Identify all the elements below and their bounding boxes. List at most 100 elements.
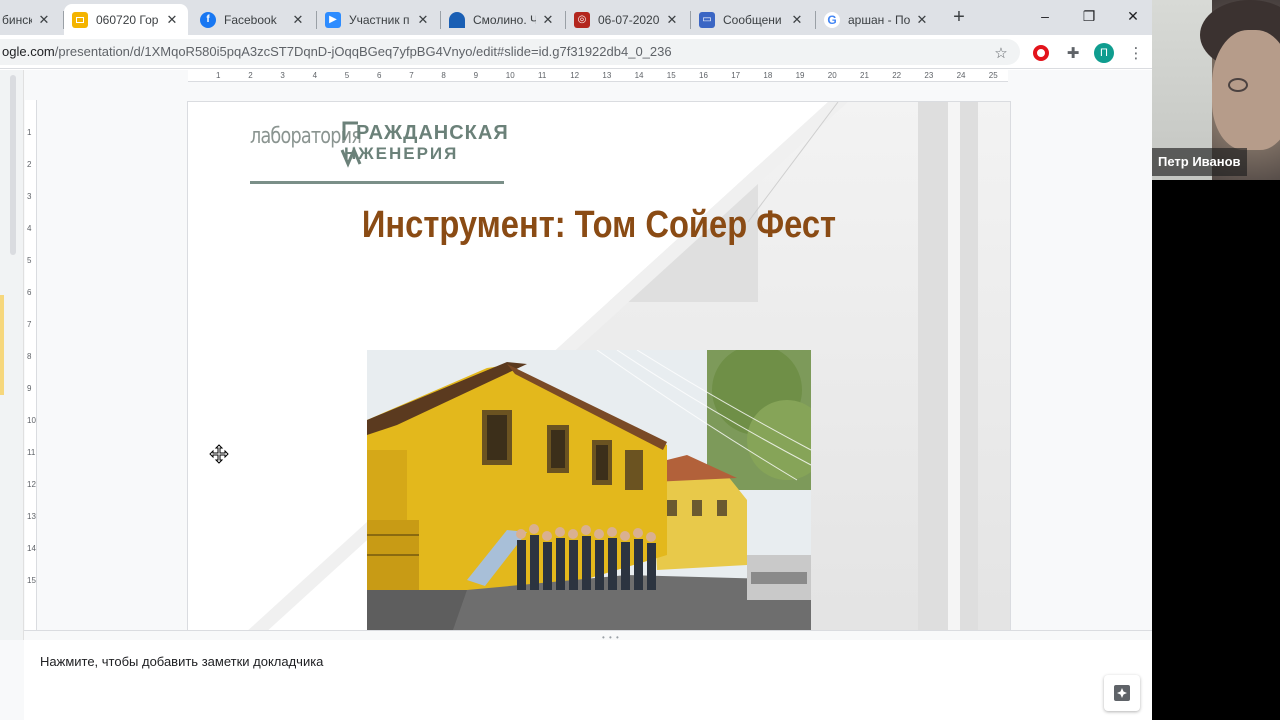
ruler-tick-label: 15 <box>666 71 676 80</box>
close-tab-icon[interactable]: ✕ <box>290 12 306 28</box>
tab-strip: бинск ✕ 060720 Гор ✕ f Facebook ✕ ▶ Учас… <box>0 0 1152 35</box>
ruler-tick-label: 10 <box>505 71 515 80</box>
close-tab-icon[interactable]: ✕ <box>914 12 930 28</box>
ruler-tick-label: 12 <box>27 480 36 489</box>
browser-tab[interactable]: f Facebook ✕ <box>192 4 314 35</box>
browser-tab[interactable]: G аршан - По ✕ <box>816 4 938 35</box>
wave-icon <box>449 11 465 28</box>
slides-icon <box>72 11 88 28</box>
ruler-tick-label: 3 <box>27 192 32 201</box>
ruler-tick-label: 23 <box>924 71 934 80</box>
explore-sparkle-icon <box>1114 685 1130 701</box>
tab-title: 060720 Гор <box>96 12 159 27</box>
tab-title: Сообщени <box>723 12 782 27</box>
zoom-icon: ▶ <box>325 11 341 28</box>
ruler-tick-label: 21 <box>860 71 869 80</box>
browser-tab[interactable]: ▭ Сообщени ✕ <box>691 4 813 35</box>
browser-window: бинск ✕ 060720 Гор ✕ f Facebook ✕ ▶ Учас… <box>0 0 1152 720</box>
ruler-tick-label: 8 <box>441 71 446 80</box>
tab-title: аршан - По <box>848 12 910 27</box>
browser-toolbar: ogle.com/presentation/d/1XMqoR580i5pqA3z… <box>0 35 1152 69</box>
ruler-tick-label: 3 <box>280 71 285 80</box>
speaker-notes-panel[interactable]: Нажмите, чтобы добавить заметки докладчи… <box>24 640 1152 720</box>
browser-tab-active[interactable]: 060720 Гор ✕ <box>64 4 188 35</box>
facebook-icon: f <box>200 11 216 28</box>
address-bar[interactable]: ogle.com/presentation/d/1XMqoR580i5pqA3z… <box>0 39 1020 65</box>
ruler-tick-label: 4 <box>312 71 318 80</box>
ruler-tick-label: 12 <box>570 71 580 80</box>
ruler-tick-label: 11 <box>538 71 547 80</box>
opera-extension-icon[interactable] <box>1030 42 1052 64</box>
horizontal-ruler: 1 2 3 4 5 6 7 8 9 10 11 12 13 14 15 16 17 18 19 20 21 22 23 24 2… <box>188 70 1008 82</box>
pdf-icon: ◎ <box>574 11 590 28</box>
menu-kebab-icon[interactable]: ⋮ <box>1125 42 1147 64</box>
browser-tab[interactable]: Смолино. Ч ✕ <box>441 4 564 35</box>
ruler-tick-label: 14 <box>27 544 36 553</box>
logo-underline <box>250 181 504 184</box>
ruler-tick-label: 22 <box>892 71 902 80</box>
speaker-notes-placeholder[interactable]: Нажмите, чтобы добавить заметки докладчи… <box>40 654 323 669</box>
minimize-button[interactable]: – <box>1025 4 1065 28</box>
logo-text-engineering: НЖЕНЕРИЯ <box>344 144 459 163</box>
ruler-tick-label: 2 <box>248 71 253 80</box>
close-tab-icon[interactable]: ✕ <box>540 12 556 28</box>
slides-editor: 1 2 3 4 5 6 7 8 9 10 11 12 13 14 15 16 17 18 19 20 21 22 23 24 2… <box>0 70 1152 720</box>
bookmark-star-icon[interactable]: ☆ <box>990 42 1012 64</box>
url-domain: ogle.com <box>2 44 55 59</box>
ruler-tick-label: 25 <box>988 71 998 80</box>
ruler-tick-label: 4 <box>27 224 32 233</box>
explore-button[interactable] <box>1104 675 1140 711</box>
ruler-tick-label: 15 <box>27 576 36 585</box>
ruler-tick-label: 11 <box>27 448 36 457</box>
ruler-tick-label: 5 <box>344 71 350 80</box>
ruler-tick-label: 1 <box>216 71 221 80</box>
yellow-house-photo-image <box>367 350 811 647</box>
extensions-puzzle-icon[interactable]: ✚ <box>1062 42 1084 64</box>
ruler-tick-label: 10 <box>27 416 36 425</box>
ruler-tick-label: 16 <box>699 71 708 80</box>
webcam-video-tile: Петр Иванов <box>1152 0 1280 180</box>
participant-glasses <box>1228 78 1248 92</box>
ruler-tick-label: 19 <box>795 71 805 80</box>
browser-tab[interactable]: ▶ Участник п ✕ <box>317 4 439 35</box>
ruler-tick-label: 13 <box>602 71 612 80</box>
slide-photo-yellow-house[interactable] <box>367 350 811 647</box>
notes-resize-handle[interactable]: • • • <box>24 630 1152 642</box>
ruler-tick-label: 8 <box>27 352 32 361</box>
close-window-button[interactable]: ✕ <box>1113 4 1152 28</box>
slide-title[interactable]: Инструмент: Том Сойер Фест <box>246 204 953 247</box>
restore-button[interactable]: ❐ <box>1069 4 1109 28</box>
participant-name-label: Петр Иванов <box>1152 148 1247 176</box>
ruler-tick-label: 17 <box>731 71 741 80</box>
ruler-tick-label: 7 <box>27 320 32 329</box>
filmstrip-scrollbar[interactable] <box>10 75 16 255</box>
tab-title: 06-07-2020 <box>598 12 660 27</box>
ruler-tick-label: 5 <box>27 256 32 265</box>
tab-title: Участник п <box>349 12 410 27</box>
participant-face <box>1212 30 1280 150</box>
close-tab-icon[interactable]: ✕ <box>664 12 680 28</box>
screen: бинск ✕ 060720 Гор ✕ f Facebook ✕ ▶ Учас… <box>0 0 1280 720</box>
new-tab-button[interactable]: + <box>948 6 970 28</box>
ruler-tick-label: 6 <box>27 288 32 297</box>
browser-tab[interactable]: бинск ✕ <box>0 4 60 35</box>
ruler-tick-label: 9 <box>27 384 32 393</box>
vertical-ruler: 1 2 3 4 5 6 7 8 9 10 11 12 13 14 15 <box>25 100 37 630</box>
profile-avatar[interactable]: П <box>1093 42 1115 64</box>
logo-text-civil: РАЖДАНСКАЯ <box>356 122 509 144</box>
close-tab-icon[interactable]: ✕ <box>415 12 431 28</box>
chat-icon: ▭ <box>699 11 715 28</box>
close-tab-icon[interactable]: ✕ <box>36 12 52 28</box>
slide-canvas[interactable]: лаборатория РАЖДАНСКАЯ НЖЕНЕРИЯ Инструме… <box>188 102 1010 685</box>
tab-title: бинск <box>2 12 32 27</box>
ruler-tick-label: 7 <box>409 71 414 80</box>
close-tab-icon[interactable]: ✕ <box>164 12 180 28</box>
tab-title: Смолино. Ч <box>473 12 536 27</box>
ruler-tick-label: 20 <box>827 71 837 80</box>
browser-tab[interactable]: ◎ 06-07-2020 ✕ <box>566 4 688 35</box>
lab-logo: лаборатория РАЖДАНСКАЯ НЖЕНЕРИЯ <box>248 120 508 186</box>
tab-title: Facebook <box>224 12 277 27</box>
move-cursor-icon <box>209 444 229 464</box>
close-tab-icon[interactable]: ✕ <box>789 12 805 28</box>
url-path: /presentation/d/1XMqoR580i5pqA3zcST7DqnD… <box>54 44 672 59</box>
